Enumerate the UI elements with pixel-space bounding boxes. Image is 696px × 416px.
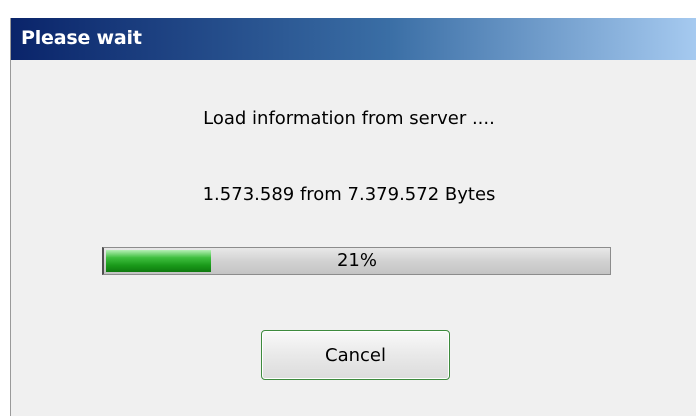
title-bar[interactable]: Please wait bbox=[11, 18, 696, 60]
cancel-button[interactable]: Cancel bbox=[261, 330, 450, 380]
dialog-title: Please wait bbox=[21, 27, 142, 49]
progress-bar: 21% bbox=[102, 247, 611, 275]
status-message: Load information from server .... bbox=[203, 108, 495, 129]
progress-label: 21% bbox=[336, 250, 377, 271]
bytes-status: 1.573.589 from 7.379.572 Bytes bbox=[202, 184, 496, 205]
please-wait-dialog: Please wait Load information from server… bbox=[10, 18, 696, 416]
